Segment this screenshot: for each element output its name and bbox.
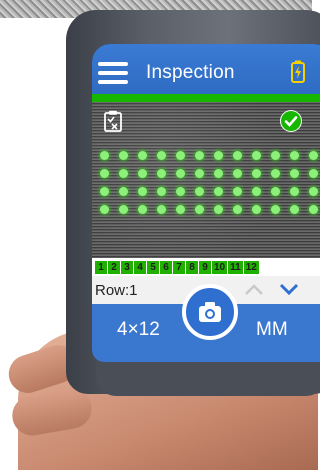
- device-screen: Inspection 1 2 3 4 5 6 7 8 9 10 11 12 Row:1: [92, 44, 320, 362]
- inspection-dot: [138, 151, 147, 160]
- column-number: 7: [173, 260, 185, 274]
- column-number: 12: [243, 260, 259, 274]
- units-button[interactable]: MM: [256, 319, 288, 341]
- inspection-dot: [233, 205, 242, 214]
- inspection-dot: [195, 169, 204, 178]
- check-circle-icon: [280, 110, 302, 132]
- inspection-dot: [233, 151, 242, 160]
- status-bar: [92, 94, 320, 102]
- inspection-dot: [233, 187, 242, 196]
- inspection-dot: [138, 205, 147, 214]
- clipboard-check-icon[interactable]: [104, 110, 122, 132]
- inspection-dot: [290, 169, 299, 178]
- inspection-dot: [100, 187, 109, 196]
- inspection-dot: [233, 169, 242, 178]
- inspection-dot: [214, 169, 223, 178]
- page-title: Inspection: [146, 62, 235, 83]
- column-number: 6: [160, 260, 172, 274]
- hamburger-menu-icon[interactable]: [98, 62, 128, 84]
- column-number: 5: [147, 260, 159, 274]
- column-numbers: 1 2 3 4 5 6 7 8 9 10 11 12: [92, 258, 320, 276]
- inspection-dot: [271, 169, 280, 178]
- camera-button[interactable]: [182, 284, 238, 340]
- inspection-dot: [138, 187, 147, 196]
- inspection-dot: [309, 205, 318, 214]
- inspection-dot: [176, 151, 185, 160]
- camera-view: [92, 102, 320, 258]
- chevron-up-icon[interactable]: [244, 282, 264, 296]
- inspection-dot: [100, 151, 109, 160]
- inspection-dot: [119, 187, 128, 196]
- inspection-dot: [290, 187, 299, 196]
- inspection-dot: [157, 205, 166, 214]
- inspection-dot: [271, 205, 280, 214]
- battery-charging-icon: [291, 60, 305, 83]
- inspection-dot: [290, 205, 299, 214]
- column-number: 10: [212, 260, 228, 274]
- inspection-dot: [214, 205, 223, 214]
- inspection-grid: [92, 147, 320, 227]
- column-number: 4: [134, 260, 146, 274]
- inspection-dot: [252, 169, 261, 178]
- inspection-dot: [195, 151, 204, 160]
- inspection-dot: [157, 151, 166, 160]
- inspection-dot: [309, 187, 318, 196]
- inspection-dot: [100, 169, 109, 178]
- inspection-dot: [252, 205, 261, 214]
- inspection-dot: [157, 187, 166, 196]
- inspection-dot: [119, 151, 128, 160]
- inspection-dot: [176, 205, 185, 214]
- inspection-dot: [195, 205, 204, 214]
- inspection-dot: [214, 187, 223, 196]
- chevron-down-icon[interactable]: [279, 282, 299, 296]
- inspection-dot: [309, 169, 318, 178]
- column-number: 8: [186, 260, 198, 274]
- column-number: 2: [108, 260, 120, 274]
- inspection-dot: [290, 151, 299, 160]
- inspection-dot: [138, 169, 147, 178]
- column-number: 3: [121, 260, 133, 274]
- inspection-dot: [309, 151, 318, 160]
- inspection-dot: [157, 169, 166, 178]
- inspection-dot: [271, 187, 280, 196]
- inspection-dot: [214, 151, 223, 160]
- inspection-dot: [252, 151, 261, 160]
- column-number: 9: [199, 260, 211, 274]
- column-number: 11: [228, 260, 243, 274]
- inspection-dot: [119, 169, 128, 178]
- inspection-dot: [195, 187, 204, 196]
- inspection-dot: [271, 151, 280, 160]
- inspection-dot: [176, 187, 185, 196]
- inspection-dot: [100, 205, 109, 214]
- app-header: Inspection: [92, 44, 320, 94]
- inspection-dot: [252, 187, 261, 196]
- row-label: Row:1: [95, 282, 138, 299]
- grid-size-button[interactable]: 4×12: [117, 319, 160, 341]
- inspection-dot: [176, 169, 185, 178]
- column-number: 1: [95, 260, 107, 274]
- inspection-dot: [119, 205, 128, 214]
- camera-icon: [199, 302, 221, 322]
